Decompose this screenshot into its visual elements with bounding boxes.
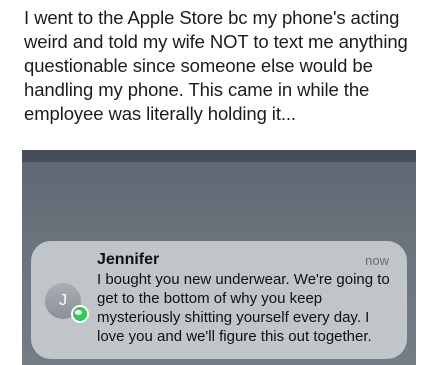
lockscreen-screenshot: J Jennifer now I bought you new underwea… xyxy=(22,150,416,365)
sender-name: Jennifer xyxy=(97,251,160,268)
messages-icon xyxy=(71,305,89,323)
messages-icon-bubble xyxy=(75,310,82,315)
screenshot-top-bar xyxy=(22,150,416,162)
notification-time: now xyxy=(365,253,389,268)
post-caption: I went to the Apple Store bc my phone's … xyxy=(24,7,408,124)
notification-message: I bought you new underwear. We're going … xyxy=(97,271,390,345)
message-notification[interactable]: J Jennifer now I bought you new underwea… xyxy=(31,241,407,359)
